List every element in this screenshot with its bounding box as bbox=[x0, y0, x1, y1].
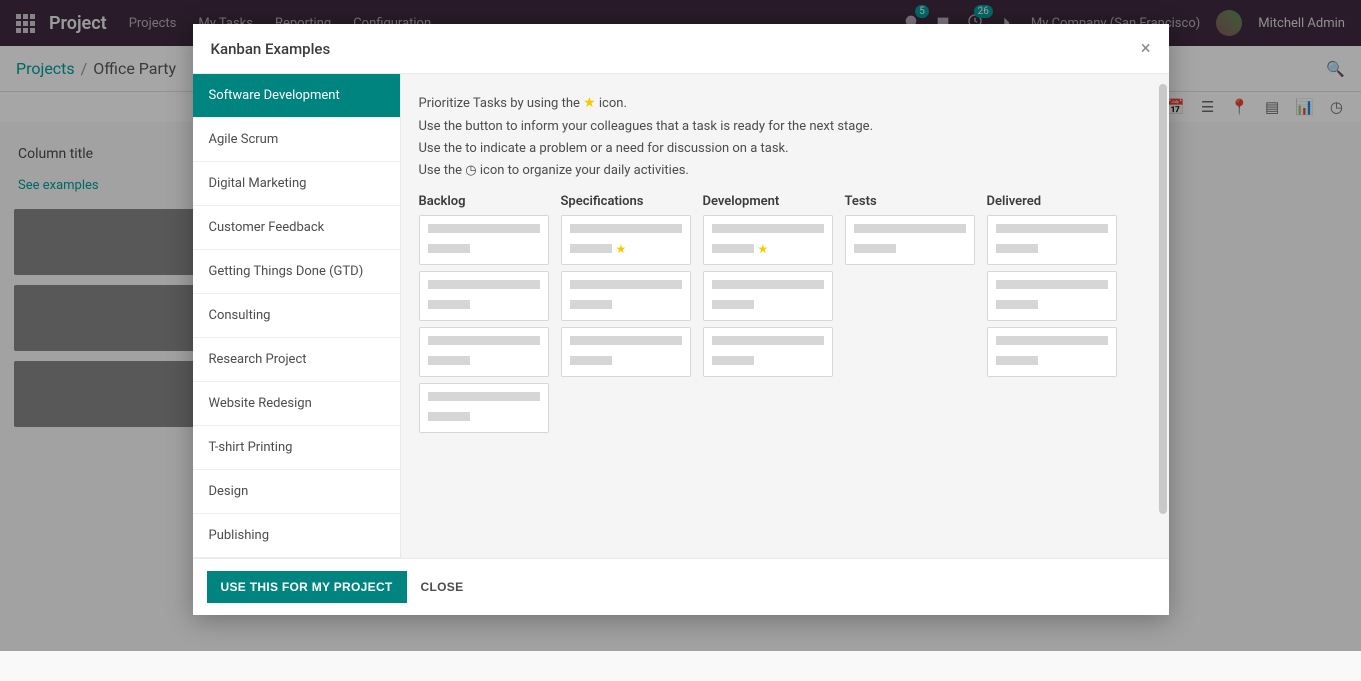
sidebar-item-publishing[interactable]: Publishing bbox=[193, 514, 400, 558]
scrollbar[interactable] bbox=[1159, 84, 1167, 514]
col-tests: Tests bbox=[845, 194, 975, 439]
desc-text: icon. bbox=[596, 96, 627, 111]
use-this-button[interactable]: USE THIS FOR MY PROJECT bbox=[207, 571, 407, 603]
sidebar-item-tshirt-printing[interactable]: T-shirt Printing bbox=[193, 426, 400, 470]
example-card bbox=[703, 327, 833, 377]
example-card bbox=[419, 327, 549, 377]
example-card: ★ bbox=[561, 215, 691, 265]
desc-text: icon to organize your daily activities. bbox=[477, 163, 689, 178]
col-title: Backlog bbox=[419, 194, 549, 209]
star-icon: ★ bbox=[758, 242, 769, 256]
desc-line-1: Prioritize Tasks by using the ★ icon. bbox=[419, 92, 1151, 116]
sidebar-item-agile-scrum[interactable]: Agile Scrum bbox=[193, 118, 400, 162]
sidebar-item-website-redesign[interactable]: Website Redesign bbox=[193, 382, 400, 426]
modal-sidebar: Software Development Agile Scrum Digital… bbox=[193, 74, 401, 558]
example-card bbox=[987, 271, 1117, 321]
col-development: Development ★ bbox=[703, 194, 833, 439]
sidebar-item-research-project[interactable]: Research Project bbox=[193, 338, 400, 382]
desc-line-2: Use the button to inform your colleagues… bbox=[419, 116, 1151, 138]
example-card bbox=[561, 327, 691, 377]
close-button[interactable]: CLOSE bbox=[421, 580, 464, 594]
example-card: ★ bbox=[703, 215, 833, 265]
example-card bbox=[419, 271, 549, 321]
desc-line-4: Use the ◷ icon to organize your daily ac… bbox=[419, 160, 1151, 182]
col-title: Tests bbox=[845, 194, 975, 209]
desc-line-3: Use the to indicate a problem or a need … bbox=[419, 138, 1151, 160]
example-card bbox=[987, 327, 1117, 377]
sidebar-item-software-development[interactable]: Software Development bbox=[193, 74, 400, 118]
col-title: Delivered bbox=[987, 194, 1117, 209]
modal-title: Kanban Examples bbox=[211, 40, 331, 58]
col-title: Specifications bbox=[561, 194, 691, 209]
col-backlog: Backlog bbox=[419, 194, 549, 439]
sidebar-item-gtd[interactable]: Getting Things Done (GTD) bbox=[193, 250, 400, 294]
sidebar-item-consulting[interactable]: Consulting bbox=[193, 294, 400, 338]
modal-footer: USE THIS FOR MY PROJECT CLOSE bbox=[193, 558, 1169, 615]
example-card bbox=[987, 215, 1117, 265]
sidebar-item-design[interactable]: Design bbox=[193, 470, 400, 514]
example-card bbox=[703, 271, 833, 321]
star-icon: ★ bbox=[583, 95, 596, 111]
star-icon: ★ bbox=[616, 242, 627, 256]
modal-body: Software Development Agile Scrum Digital… bbox=[193, 74, 1169, 558]
example-card bbox=[561, 271, 691, 321]
desc-text: Prioritize Tasks by using the bbox=[419, 96, 584, 111]
col-title: Development bbox=[703, 194, 833, 209]
desc-text: Use the bbox=[419, 163, 466, 178]
col-specifications: Specifications ★ bbox=[561, 194, 691, 439]
clock-icon: ◷ bbox=[465, 163, 476, 178]
example-card bbox=[845, 215, 975, 265]
close-icon[interactable]: × bbox=[1141, 38, 1151, 59]
example-columns: Backlog Specifications ★ Development ★ bbox=[419, 194, 1151, 439]
col-delivered: Delivered bbox=[987, 194, 1117, 439]
example-card bbox=[419, 383, 549, 433]
example-card bbox=[419, 215, 549, 265]
sidebar-item-customer-feedback[interactable]: Customer Feedback bbox=[193, 206, 400, 250]
kanban-examples-modal: Kanban Examples × Software Development A… bbox=[193, 24, 1169, 615]
sidebar-item-digital-marketing[interactable]: Digital Marketing bbox=[193, 162, 400, 206]
modal-header: Kanban Examples × bbox=[193, 24, 1169, 74]
modal-content: Prioritize Tasks by using the ★ icon. Us… bbox=[401, 74, 1169, 558]
